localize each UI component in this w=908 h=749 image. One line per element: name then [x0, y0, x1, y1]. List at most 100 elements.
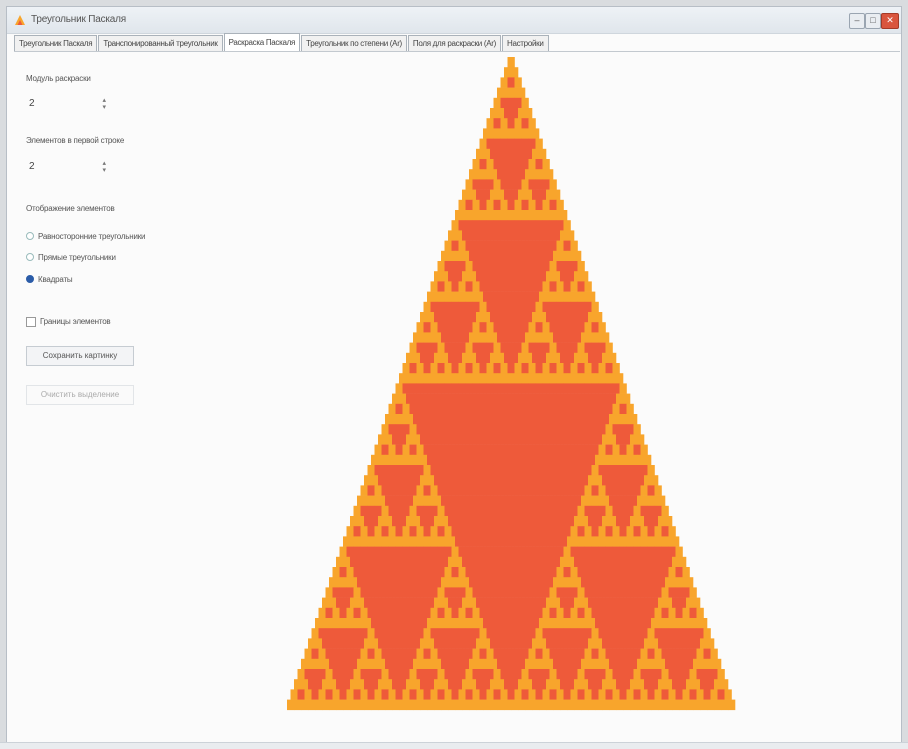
tab-coloring-fields[interactable]: Поля для раскраски (Ar) [407, 35, 501, 51]
fractal-cell [507, 465, 515, 476]
fractal-cell [507, 301, 515, 313]
fractal-cell [504, 148, 512, 160]
fractal-cell [602, 536, 610, 547]
radio-button[interactable] [26, 253, 34, 261]
fractal-cell [483, 699, 491, 711]
fractal-cell [675, 689, 683, 700]
fractal-cell [686, 699, 694, 711]
up-down-arrows-icon[interactable]: ▴ ▾ [102, 97, 106, 111]
fractal-cell [588, 352, 596, 364]
fractal-cell [556, 322, 564, 333]
tab-triangle-by-power[interactable]: Треугольник по степени (Ar) [301, 35, 407, 51]
fractal-cell [462, 434, 470, 445]
fractal-cell [511, 475, 519, 486]
clear-selection-button[interactable]: Очистить выделение [26, 385, 134, 405]
fractal-cell [434, 475, 442, 486]
fractal-cell [430, 546, 438, 558]
fractal-cell [619, 648, 627, 660]
fractal-cell [567, 597, 575, 609]
fractal-cell [532, 291, 540, 303]
tab-transposed-triangle[interactable]: Транспонированный треугольник [98, 35, 223, 51]
fractal-cell [563, 465, 571, 476]
fractal-cell [563, 363, 571, 374]
fractal-cell [616, 597, 624, 609]
fractal-cell [574, 271, 582, 282]
fractal-cell [514, 159, 522, 170]
tab-settings[interactable]: Настройки [501, 35, 549, 51]
fractal-cell [581, 414, 589, 425]
fractal-cell [542, 669, 550, 680]
fractal-cell [381, 628, 389, 639]
fractal-cell [413, 536, 421, 547]
fractal-cell [661, 669, 669, 680]
elements-stepper[interactable]: 2 ▴ ▾ [26, 159, 106, 175]
fractal-cell [514, 138, 522, 150]
tab-pascal-coloring[interactable]: Раскраска Паскаля [223, 33, 301, 51]
save-image-button[interactable]: Сохранить картинку [26, 346, 134, 366]
fractal-cell [605, 648, 613, 660]
fractal-cell [493, 97, 501, 109]
fractal-cell [451, 526, 459, 537]
fractal-cell [444, 261, 452, 272]
radio-equilateral-triangles[interactable]: Равносторонние треугольники [26, 230, 146, 242]
maximize-button[interactable]: □ [865, 13, 881, 29]
fractal-cell [542, 301, 550, 313]
tab-pascal-triangle[interactable]: Треугольник Паскаля [14, 35, 98, 51]
fractal-cell [521, 444, 529, 456]
close-button[interactable]: ✕ [881, 13, 899, 29]
pascal-fractal-canvas[interactable] [284, 57, 739, 717]
fractal-cell [609, 352, 617, 364]
fractal-cell [486, 342, 494, 354]
fractal-cell [346, 546, 354, 558]
fractal-cell [539, 618, 547, 629]
fractal-cell [339, 567, 347, 578]
fractal-cell [504, 618, 512, 629]
fractal-cell [420, 658, 428, 670]
fractal-cell [395, 648, 403, 660]
modulus-value[interactable]: 2 [29, 98, 35, 109]
fractal-cell [336, 577, 344, 588]
fractal-cell [504, 312, 512, 323]
fractal-cell [570, 526, 578, 537]
fractal-cell [367, 546, 375, 558]
fractal-cell [682, 567, 690, 578]
radio-button[interactable] [26, 232, 34, 240]
fractal-cell [434, 638, 442, 649]
fractal-cell [689, 607, 697, 619]
fractal-cell [598, 485, 606, 496]
minimize-button[interactable]: – [849, 13, 865, 29]
elements-value[interactable]: 2 [29, 161, 35, 172]
fractal-cell [700, 658, 708, 670]
fractal-cell [504, 169, 512, 180]
radio-button[interactable] [26, 275, 34, 283]
fractal-cell [374, 485, 382, 496]
fractal-cell [350, 679, 358, 690]
fractal-cell [392, 516, 400, 527]
radio-right-triangles[interactable]: Прямые треугольники [26, 251, 116, 263]
title-bar[interactable]: Треугольник Паскаля – □ ✕ [7, 7, 901, 34]
fractal-cell [623, 658, 631, 670]
fractal-cell [574, 250, 582, 262]
fractal-cell [605, 567, 613, 578]
up-down-arrows-icon[interactable]: ▴ ▾ [102, 160, 106, 174]
fractal-cell [360, 689, 368, 700]
fractal-cell [546, 618, 554, 629]
fractal-cell [532, 434, 540, 445]
fractal-cell [549, 342, 557, 354]
fractal-cell [570, 383, 578, 394]
radio-squares[interactable]: Квадраты [26, 273, 73, 285]
fractal-cell [525, 618, 533, 629]
fractal-cell [609, 393, 617, 405]
fractal-cell [605, 669, 613, 680]
fractal-cell [427, 495, 435, 507]
fractal-cell [500, 281, 508, 292]
fractal-cell [584, 587, 592, 598]
fractal-cell [497, 108, 505, 119]
fractal-cell [507, 587, 515, 598]
fractal-cell [560, 536, 568, 547]
fractal-cell [581, 679, 589, 690]
modulus-stepper[interactable]: 2 ▴ ▾ [26, 96, 106, 112]
fractal-cell [343, 618, 351, 629]
border-checkbox[interactable] [26, 317, 36, 327]
fractal-cell [420, 393, 428, 405]
